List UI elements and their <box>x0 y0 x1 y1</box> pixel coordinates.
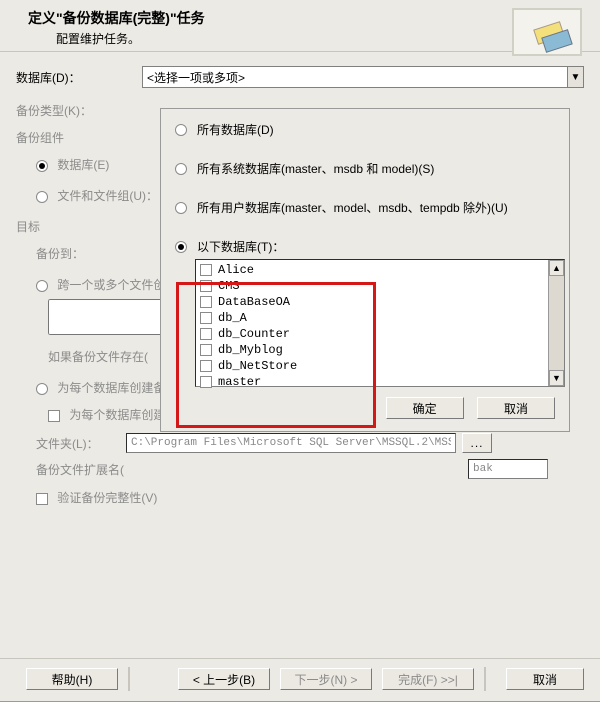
ext-input[interactable] <box>468 459 548 479</box>
radio-user-databases-label: 所有用户数据库(master、model、msdb、tempdb 除外)(U) <box>197 199 508 216</box>
ext-label: 备份文件扩展名( <box>36 461 166 478</box>
radio-database[interactable] <box>36 160 48 172</box>
scroll-up-icon[interactable]: ▲ <box>549 260 564 276</box>
database-item-checkbox[interactable] <box>200 328 212 340</box>
database-item-checkbox[interactable] <box>200 264 212 276</box>
database-item-label: db_Myblog <box>218 343 283 357</box>
radio-per-db[interactable] <box>36 383 48 395</box>
database-select-value: <选择一项或多项> <box>147 69 245 86</box>
database-item-label: db_NetStore <box>218 359 297 373</box>
radio-all-databases[interactable] <box>175 124 187 136</box>
browse-button[interactable]: ... <box>462 433 492 453</box>
database-item-label: CMS <box>218 279 240 293</box>
page-title: 定义"备份数据库(完整)"任务 <box>28 8 590 28</box>
database-item-label: Alice <box>218 263 254 277</box>
database-item[interactable]: CMS <box>198 278 562 294</box>
radio-these-databases[interactable] <box>175 241 187 253</box>
database-item-checkbox[interactable] <box>200 312 212 324</box>
radio-these-databases-label: 以下数据库(T)： <box>197 238 284 255</box>
database-label: 数据库(D)： <box>16 69 142 86</box>
radio-across-files-label: 跨一个或多个文件创 <box>57 278 165 292</box>
radio-database-label: 数据库(E) <box>57 158 109 172</box>
chevron-down-icon[interactable]: ▼ <box>567 67 583 87</box>
backup-type-label: 备份类型(K)： <box>16 102 142 119</box>
wizard-footer: 帮助(H) < 上一步(B) 下一步(N) > 完成(F) >>| 取消 <box>0 658 600 691</box>
radio-system-databases[interactable] <box>175 163 187 175</box>
folder-path-input[interactable] <box>126 433 456 453</box>
database-item-checkbox[interactable] <box>200 296 212 308</box>
folder-label: 文件夹(L)： <box>36 435 126 452</box>
radio-system-databases-label: 所有系统数据库(master、msdb 和 model)(S) <box>197 160 434 177</box>
help-button[interactable]: 帮助(H) <box>26 668 118 690</box>
database-item-label: DataBaseOA <box>218 295 290 309</box>
database-item[interactable]: db_Counter <box>198 326 562 342</box>
database-item[interactable]: master <box>198 374 562 390</box>
checkbox-verify-label: 验证备份完整性(V) <box>57 491 157 505</box>
finish-button[interactable]: 完成(F) >>| <box>382 668 474 690</box>
scrollbar[interactable]: ▲ ▼ <box>548 260 564 386</box>
radio-all-databases-label: 所有数据库(D) <box>197 121 274 138</box>
cancel-button[interactable]: 取消 <box>477 397 555 419</box>
next-button[interactable]: 下一步(N) > <box>280 668 372 690</box>
separator <box>484 667 486 691</box>
database-item-checkbox[interactable] <box>200 376 212 388</box>
database-item[interactable]: Alice <box>198 262 562 278</box>
database-item-label: db_Counter <box>218 327 290 341</box>
checkbox-verify[interactable] <box>36 493 48 505</box>
database-item[interactable]: DataBaseOA <box>198 294 562 310</box>
ok-button[interactable]: 确定 <box>386 397 464 419</box>
radio-filesgroups[interactable] <box>36 191 48 203</box>
database-item-checkbox[interactable] <box>200 280 212 292</box>
database-item[interactable]: db_NetStore <box>198 358 562 374</box>
radio-filesgroups-label: 文件和文件组(U)： <box>57 189 158 203</box>
header-decoration <box>512 8 582 56</box>
checkbox-subdir[interactable] <box>48 410 60 422</box>
radio-across-files[interactable] <box>36 280 48 292</box>
database-select[interactable]: <选择一项或多项> ▼ <box>142 66 584 88</box>
wizard-cancel-button[interactable]: 取消 <box>506 668 584 690</box>
database-item[interactable]: db_A <box>198 310 562 326</box>
database-checklist[interactable]: Alice CMS DataBaseOA db_A db_Counter db_Myblo… <box>195 259 565 387</box>
database-dropdown-panel: 所有数据库(D) 所有系统数据库(master、msdb 和 model)(S)… <box>160 108 570 432</box>
database-item-label: db_A <box>218 311 247 325</box>
database-item-label: master <box>218 375 261 389</box>
back-button[interactable]: < 上一步(B) <box>178 668 270 690</box>
database-item-checkbox[interactable] <box>200 344 212 356</box>
separator <box>128 667 130 691</box>
scroll-down-icon[interactable]: ▼ <box>549 370 564 386</box>
radio-user-databases[interactable] <box>175 202 187 214</box>
radio-per-db-label: 为每个数据库创建备 <box>57 381 165 395</box>
page-subtitle: 配置维护任务。 <box>56 30 590 47</box>
database-item-checkbox[interactable] <box>200 360 212 372</box>
database-item[interactable]: db_Myblog <box>198 342 562 358</box>
